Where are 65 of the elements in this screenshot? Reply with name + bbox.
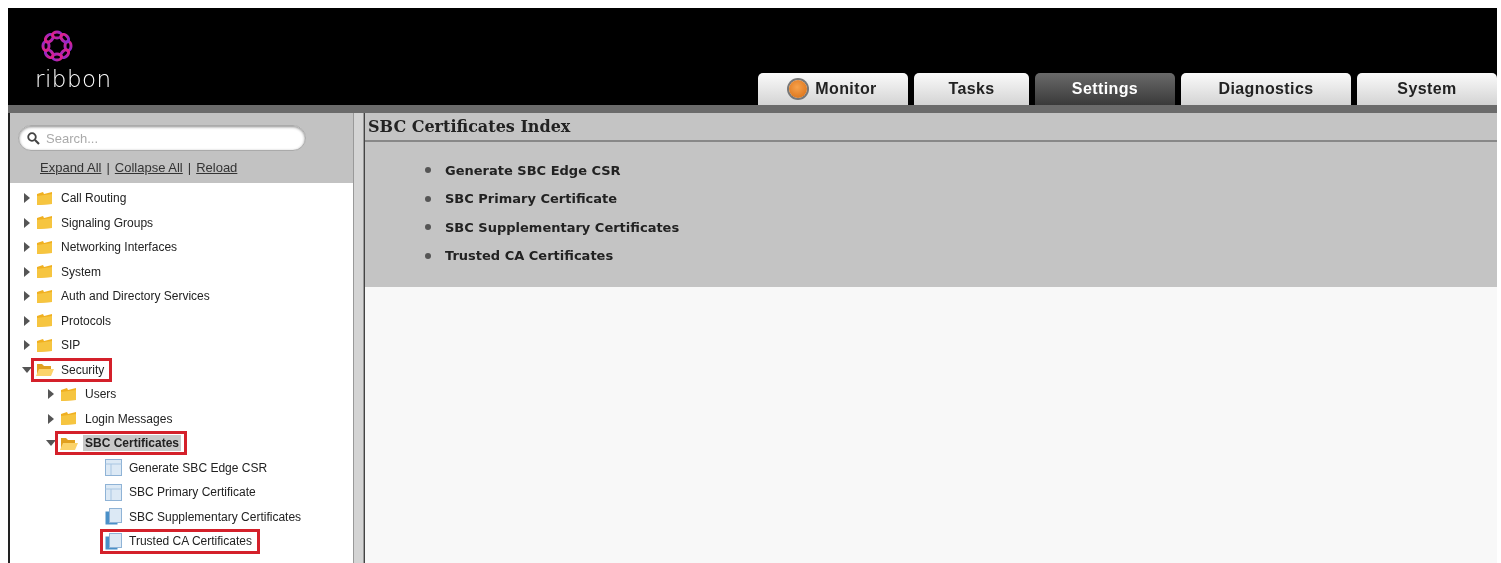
collapse-arrow-icon[interactable]: [22, 364, 32, 375]
folder-icon: [60, 386, 78, 402]
folder-icon: [36, 288, 54, 304]
search-field[interactable]: Search...: [18, 125, 306, 151]
open-folder-icon: [60, 435, 78, 451]
index-link[interactable]: Trusted CA Certificates: [445, 248, 614, 264]
expand-arrow-icon[interactable]: [22, 340, 32, 351]
tree-item[interactable]: SBC Certificates: [55, 431, 188, 456]
bullet-icon: [425, 224, 431, 231]
tree-item[interactable]: Trusted CA Certificates: [100, 528, 260, 554]
expand-arrow-icon[interactable]: [22, 291, 32, 302]
folder-icon: [36, 190, 54, 206]
bullet-icon: [425, 167, 431, 174]
table-icon: [105, 483, 122, 501]
bullet-icon: [425, 195, 431, 202]
tree-item[interactable]: Login Messages: [55, 406, 181, 431]
folder-icon: [36, 337, 54, 353]
status-icon: [789, 80, 808, 98]
tree-action-link[interactable]: Expand All: [40, 160, 102, 175]
folder-icon: [36, 215, 54, 231]
bullet-icon: [425, 252, 431, 259]
nav-tab[interactable]: Tasks: [914, 73, 1029, 105]
nav-tab[interactable]: System: [1357, 73, 1497, 105]
expand-arrow-icon[interactable]: [46, 389, 56, 400]
index-link[interactable]: Generate SBC Edge CSR: [445, 162, 621, 178]
expand-arrow-icon[interactable]: [22, 266, 32, 277]
tree-item[interactable]: Security: [31, 357, 113, 382]
logo-icon: [41, 30, 73, 62]
tree-item[interactable]: System: [31, 259, 109, 284]
tree-item[interactable]: Signaling Groups: [31, 210, 162, 235]
tree-item[interactable]: SIP: [31, 333, 89, 358]
tree-item[interactable]: SBC Primary Certificate: [100, 479, 264, 505]
folder-icon: [36, 264, 54, 280]
link-separator: |: [187, 160, 192, 175]
index-link[interactable]: SBC Primary Certificate: [445, 191, 618, 207]
tree-item[interactable]: Users: [55, 382, 125, 407]
documents-icon: [105, 508, 122, 526]
page-title: SBC Certificates Index: [368, 117, 571, 136]
search-icon: [27, 132, 40, 145]
folder-icon: [60, 411, 78, 427]
folder-icon: [36, 313, 54, 329]
link-separator: |: [106, 160, 110, 175]
documents-icon: [105, 532, 122, 550]
table-icon: [105, 459, 122, 477]
tree-item[interactable]: SBC Supplementary Certificates: [100, 504, 310, 530]
expand-arrow-icon[interactable]: [22, 217, 32, 228]
expand-arrow-icon[interactable]: [22, 193, 32, 204]
nav-tab[interactable]: Settings: [1035, 73, 1175, 105]
expand-arrow-icon[interactable]: [22, 242, 32, 253]
expand-arrow-icon[interactable]: [22, 315, 32, 326]
index-link[interactable]: SBC Supplementary Certificates: [445, 219, 680, 235]
tree-action-link[interactable]: Reload: [196, 160, 238, 175]
tree-action-link[interactable]: Collapse All: [114, 160, 183, 175]
tree-item[interactable]: Protocols: [31, 308, 120, 333]
nav-tab[interactable]: Diagnostics: [1181, 73, 1351, 105]
tree-item[interactable]: Networking Interfaces: [31, 235, 186, 260]
tree-item[interactable]: Generate SBC Edge CSR: [100, 455, 276, 481]
splitter-handle[interactable]: [353, 113, 364, 563]
logo-text: ribbon: [35, 68, 112, 91]
nav-tab[interactable]: Monitor: [758, 73, 908, 105]
expand-arrow-icon[interactable]: [46, 413, 56, 424]
open-folder-icon: [36, 362, 54, 378]
tree-item[interactable]: Call Routing: [31, 186, 135, 211]
folder-icon: [36, 239, 54, 255]
tree-item[interactable]: Auth and Directory Services: [31, 284, 218, 309]
